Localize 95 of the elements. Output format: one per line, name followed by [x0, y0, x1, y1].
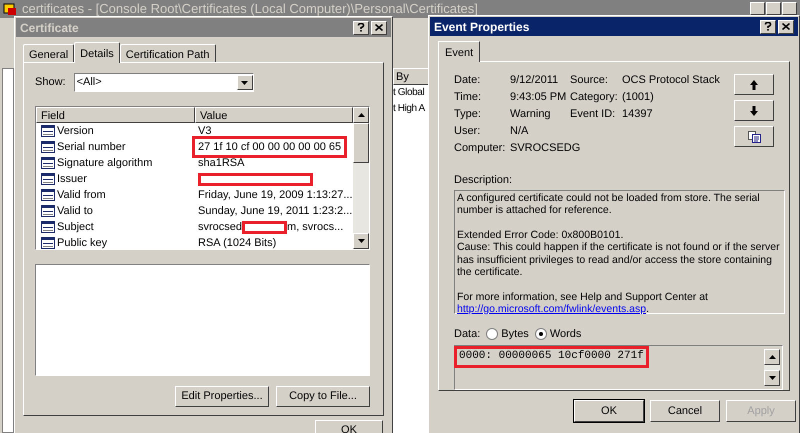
- close-icon: [375, 24, 383, 31]
- radio-option[interactable]: Bytes: [486, 326, 529, 342]
- description-text: A configured certificate could not be loaded from store. The serial number is attached for reference.: [457, 192, 761, 216]
- field-name[interactable]: Valid from: [57, 186, 106, 204]
- down-arrow-icon: [750, 106, 758, 116]
- minimize-button[interactable]: [750, 2, 765, 15]
- field-name[interactable]: Public key: [57, 234, 108, 252]
- column-header[interactable]: By: [393, 68, 429, 85]
- list-item[interactable]: t High A: [393, 101, 425, 117]
- help-link[interactable]: http://go.microsoft.com/fwlink/events.asp: [457, 303, 646, 315]
- help-button[interactable]: [353, 20, 369, 34]
- tab[interactable]: Event: [438, 41, 480, 62]
- dialog-button[interactable]: Cancel: [650, 400, 720, 422]
- up-triangle-icon: [768, 355, 776, 359]
- link-period: .: [646, 303, 649, 315]
- field-label: Computer:: [454, 141, 506, 156]
- down-triangle-icon: [358, 239, 364, 243]
- scrollbar[interactable]: [764, 349, 780, 386]
- field-name[interactable]: Subject: [57, 218, 94, 236]
- column-header[interactable]: Value: [195, 107, 353, 123]
- field-value: Friday, June 19, 2009 1:13:27...: [198, 188, 353, 203]
- field-value: sha1RSA: [198, 156, 244, 171]
- scroll-up-button[interactable]: [353, 107, 369, 123]
- close-button[interactable]: [778, 20, 794, 34]
- field-value: Sunday, June 19, 2011 1:23:2...: [198, 204, 352, 219]
- field-name[interactable]: Issuer: [57, 170, 87, 188]
- field-label: Event ID:: [570, 107, 616, 122]
- field-value: Warning: [510, 107, 552, 122]
- field-value: 14397: [622, 107, 654, 122]
- radio-button[interactable]: [534, 328, 547, 340]
- question-mark-icon: [357, 23, 365, 32]
- maximize-button[interactable]: [766, 2, 781, 15]
- copy-button[interactable]: [734, 126, 774, 147]
- up-arrow-icon: [750, 80, 758, 90]
- scroll-down-button[interactable]: [764, 370, 780, 386]
- up-triangle-icon: [358, 113, 364, 117]
- next-button[interactable]: [734, 100, 774, 121]
- data-text: 0000: 00000065 10cf0000 271f: [454, 346, 649, 368]
- radio-button[interactable]: [486, 328, 498, 340]
- show-label: Show:: [35, 75, 66, 90]
- close-button[interactable]: [371, 20, 387, 34]
- field-label: Category:: [570, 90, 619, 105]
- field-icon: [41, 189, 55, 201]
- data-label: Data:: [454, 326, 480, 342]
- console-icon: [3, 2, 17, 16]
- close-button[interactable]: [782, 2, 797, 15]
- field-icon: [41, 141, 55, 153]
- show-dropdown[interactable]: <All>: [74, 73, 254, 92]
- description-label: Description:: [454, 173, 514, 188]
- field-value: svrocsed m, svrocs...: [198, 220, 344, 236]
- field-icon: [41, 125, 55, 137]
- dialog-button[interactable]: Edit Properties...: [175, 386, 269, 407]
- down-triangle-icon: [768, 376, 776, 380]
- scroll-up-button[interactable]: [764, 349, 780, 365]
- dialog-button[interactable]: OK: [574, 400, 644, 422]
- close-icon: [782, 23, 790, 30]
- field-name[interactable]: Valid to: [57, 202, 93, 220]
- dialog-button[interactable]: Copy to File...: [276, 386, 370, 407]
- field-value: 9:43:05 PM: [510, 90, 568, 105]
- field-icon: [41, 221, 55, 233]
- radio-option[interactable]: Words: [534, 326, 582, 342]
- window-title: certificates - [Console Root\Certificates (Local Computer)\Personal\Certificates]: [22, 0, 478, 18]
- question-mark-icon: [764, 22, 772, 31]
- field-name[interactable]: Serial number: [57, 138, 126, 156]
- field-value: SVROCSEDG: [510, 141, 582, 156]
- field-icon: [41, 173, 55, 185]
- description-text: For more information, see Help and Support Center at: [457, 290, 709, 303]
- window-title: Event Properties: [434, 18, 530, 36]
- field-value: 27 1f 10 cf 00 00 00 00 00 65: [192, 136, 348, 158]
- field-label: User:: [454, 124, 482, 139]
- field-label: Source:: [570, 73, 609, 88]
- field-icon: [41, 157, 55, 169]
- scrollbar[interactable]: [353, 107, 369, 249]
- field-label: Date:: [454, 73, 482, 88]
- help-button[interactable]: [760, 20, 776, 34]
- field-label: Time:: [454, 90, 482, 105]
- field-name[interactable]: Version: [57, 122, 94, 140]
- field-label: Type:: [454, 107, 482, 122]
- field-value: OCS Protocol Stack: [622, 73, 721, 88]
- field-icon: [41, 205, 55, 217]
- column-header[interactable]: Field: [36, 107, 195, 123]
- scroll-down-button[interactable]: [353, 233, 369, 249]
- field-value: RSA (1024 Bits): [198, 236, 276, 251]
- field-value: 9/12/2011: [510, 73, 560, 88]
- description-text: Extended Error Code: 0x800B0101. Cause: This could happen if the certificate is not found or if the server has insufficient privileges to read and/or access the store containing the certificate.: [457, 228, 781, 278]
- list-item[interactable]: t Global: [393, 85, 424, 101]
- dropdown-arrow-icon: [241, 80, 248, 84]
- ok-button[interactable]: OK: [315, 420, 383, 433]
- field-name[interactable]: Signature algorithm: [57, 154, 152, 172]
- field-value: N/A: [510, 124, 530, 139]
- copy-icon: [748, 130, 760, 142]
- tab[interactable]: Details: [74, 42, 120, 63]
- field-value: (1001): [622, 90, 655, 105]
- window-title: Certificate: [20, 20, 79, 36]
- previous-button[interactable]: [734, 74, 774, 95]
